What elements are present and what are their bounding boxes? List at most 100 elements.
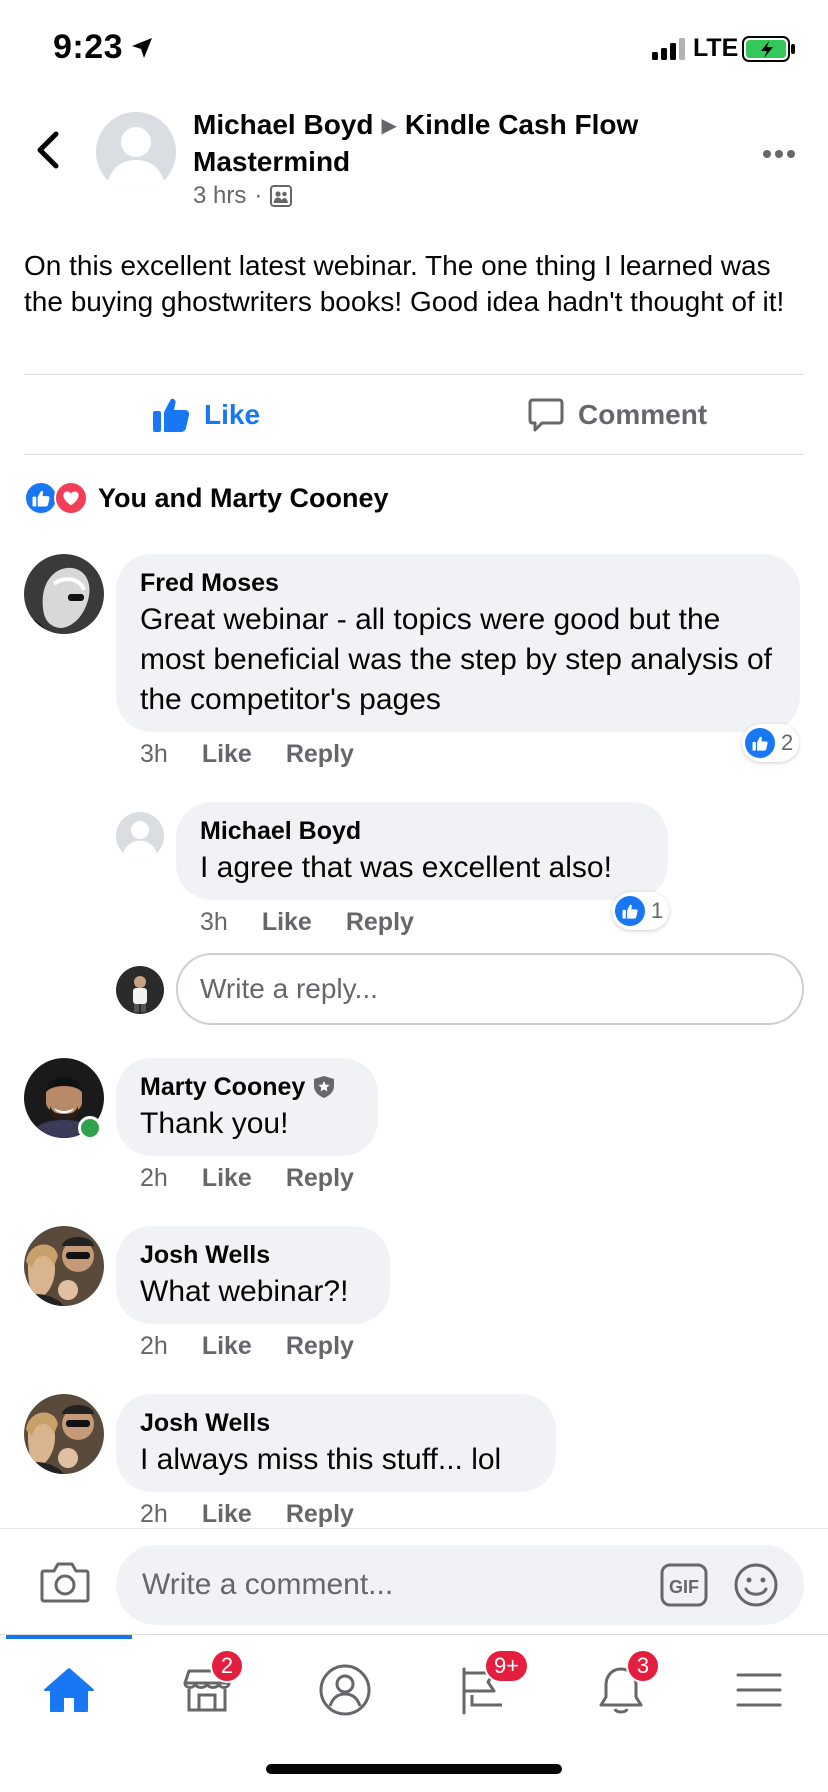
reaction-count: 1: [651, 898, 664, 923]
like-reaction-icon: [745, 728, 775, 758]
comment-bubble[interactable]: Marty Cooney Thank you!: [116, 1058, 378, 1156]
comment-text: Thank you!: [140, 1107, 289, 1140]
camera-icon[interactable]: [40, 1561, 90, 1603]
comment-bubble[interactable]: Fred Moses Great webinar - all topics we…: [116, 554, 800, 732]
avatar-photo: [24, 1394, 104, 1474]
reaction-summary-text: You and Marty Cooney: [98, 482, 389, 513]
post-body: On this excellent latest webinar. The on…: [24, 250, 785, 317]
avatar-photo: [24, 554, 104, 634]
online-status-dot: [78, 1116, 102, 1140]
notification-badge: 3: [626, 1649, 660, 1683]
network-type: LTE: [693, 34, 739, 62]
default-avatar-icon: [116, 812, 164, 860]
comment-label: Comment: [578, 399, 708, 430]
back-icon[interactable]: [32, 130, 62, 170]
comment-reaction-badge[interactable]: 1: [612, 892, 670, 930]
comment-time: 2h: [140, 1332, 168, 1360]
moderator-shield-icon: [314, 1076, 335, 1098]
group-audience-icon: [270, 185, 293, 207]
notification-badge: 9+: [484, 1649, 530, 1683]
comment-text: What webinar?!: [140, 1275, 349, 1308]
comment-placeholder: Write a comment...: [142, 1568, 394, 1601]
comment-meta: 2h Like Reply: [140, 1332, 354, 1361]
comment-bubble[interactable]: Josh Wells What webinar?!: [116, 1226, 390, 1324]
gif-icon[interactable]: GIF: [660, 1563, 708, 1607]
love-reaction-icon: [54, 481, 88, 515]
commenter-name[interactable]: Josh Wells: [140, 1408, 270, 1438]
svg-text:GIF: GIF: [669, 1577, 699, 1597]
comment-reply-button[interactable]: Reply: [286, 1164, 354, 1193]
replier-avatar[interactable]: [116, 812, 164, 860]
menu-icon: [736, 1673, 782, 1707]
commenter-name[interactable]: Fred Moses: [140, 568, 279, 598]
current-user-avatar: [116, 966, 164, 1014]
comment-text: I always miss this stuff... lol: [140, 1443, 502, 1476]
notification-badge: 2: [210, 1649, 244, 1683]
home-indicator[interactable]: [266, 1764, 562, 1774]
like-reaction-icon: [24, 481, 58, 515]
comment-time: 2h: [140, 1500, 168, 1528]
reply-placeholder: Write a reply...: [200, 973, 378, 1004]
avatar-photo: [24, 1226, 104, 1306]
more-options-icon[interactable]: [762, 148, 796, 160]
comment-reply-button[interactable]: Reply: [286, 740, 354, 769]
comment-meta: 2h Like Reply: [140, 1164, 354, 1193]
post-meta: 3 hrs ·: [193, 182, 293, 210]
tab-groups[interactable]: 9+: [442, 1649, 530, 1725]
comment-like-button[interactable]: Like: [202, 1500, 252, 1529]
author-avatar[interactable]: [96, 112, 176, 192]
tab-menu[interactable]: [718, 1655, 800, 1725]
comment-reaction-badge[interactable]: 2: [742, 724, 800, 762]
commenter-avatar[interactable]: [24, 1394, 104, 1474]
post-time[interactable]: 3 hrs: [193, 182, 246, 210]
commenter-avatar[interactable]: [24, 554, 104, 634]
signal-icon: [652, 38, 685, 60]
comment-like-button[interactable]: Like: [262, 908, 312, 937]
reaction-count: 2: [781, 730, 794, 755]
comment-text: Great webinar - all topics were good but…: [140, 603, 772, 716]
reply-bubble[interactable]: Michael Boyd I agree that was excellent …: [176, 802, 668, 900]
comment-button[interactable]: Comment: [528, 376, 707, 454]
tab-marketplace[interactable]: 2: [166, 1649, 248, 1725]
comment-like-button[interactable]: Like: [202, 1332, 252, 1361]
comment-text: I agree that was excellent also!: [200, 851, 612, 884]
tab-home[interactable]: [28, 1655, 110, 1725]
home-icon: [44, 1668, 94, 1712]
thumbs-up-icon: [153, 398, 190, 432]
comment-meta: 2h Like Reply: [140, 1500, 354, 1529]
comment-bubble[interactable]: Josh Wells I always miss this stuff... l…: [116, 1394, 556, 1492]
active-tab-indicator: [6, 1635, 132, 1639]
commenter-name[interactable]: Josh Wells: [140, 1240, 270, 1270]
commenter-name[interactable]: Marty Cooney: [140, 1072, 305, 1102]
emoji-icon[interactable]: [734, 1563, 778, 1607]
reaction-summary[interactable]: You and Marty Cooney: [24, 481, 389, 515]
commenter-name[interactable]: Michael Boyd: [200, 816, 361, 846]
tab-notifications[interactable]: 3: [580, 1649, 662, 1725]
comment-reply-button[interactable]: Reply: [286, 1500, 354, 1529]
battery-icon: [742, 36, 795, 62]
comment-time: 3h: [200, 908, 228, 936]
comment-meta: 3h Like Reply: [140, 740, 354, 769]
comment-time: 2h: [140, 1164, 168, 1192]
comment-like-button[interactable]: Like: [202, 740, 252, 769]
reply-input[interactable]: Write a reply...: [176, 953, 804, 1025]
comment-composer: Write a comment... GIF: [0, 1528, 828, 1632]
like-reaction-icon: [615, 896, 645, 926]
comment-reply-button[interactable]: Reply: [346, 908, 414, 937]
commenter-avatar[interactable]: [24, 1226, 104, 1306]
post-title: Michael Boyd ▶ Kindle Cash Flow Mastermind: [193, 108, 713, 179]
location-arrow-icon: [132, 38, 152, 58]
like-label: Like: [204, 399, 261, 430]
avatar-photo: [116, 966, 164, 1014]
comment-reply-button[interactable]: Reply: [286, 1332, 354, 1361]
like-button[interactable]: Like: [152, 376, 260, 454]
status-bar: 9:23 LTE: [0, 0, 828, 100]
divider: [24, 374, 804, 375]
meta-separator: ·: [254, 182, 263, 209]
post-actions: Like Comment: [0, 376, 828, 454]
comment-like-button[interactable]: Like: [202, 1164, 252, 1193]
author-name[interactable]: Michael Boyd: [193, 109, 373, 140]
triangle-right-icon: ▶: [381, 115, 397, 137]
tab-profile[interactable]: [304, 1655, 386, 1725]
comment-meta: 3h Like Reply: [200, 908, 414, 937]
